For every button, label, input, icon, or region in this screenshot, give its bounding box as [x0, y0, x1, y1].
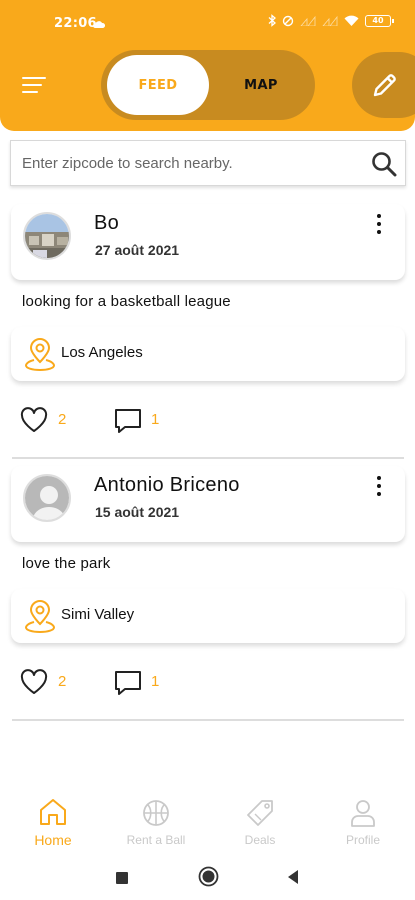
comment-count: 1: [151, 411, 160, 428]
search-icon[interactable]: [371, 151, 397, 181]
post-author[interactable]: Bo: [94, 212, 119, 235]
location-card[interactable]: Los Angeles: [11, 327, 405, 381]
location-pin-icon: [25, 600, 55, 633]
status-time: 22:06: [54, 16, 97, 31]
like-count: 2: [58, 411, 67, 428]
more-dot-3: [377, 492, 381, 496]
menu-line-3: [22, 91, 38, 94]
nav-profile-label: Profile: [345, 833, 380, 847]
square-icon: [116, 872, 128, 884]
nav-rent-a-ball-label: Rent a Ball: [126, 833, 186, 847]
signal-icon-2: [322, 15, 338, 26]
more-options-button[interactable]: [375, 476, 383, 498]
recent-apps-button[interactable]: [115, 870, 129, 889]
status-bar: 22:06 40: [0, 0, 415, 46]
post-divider: [12, 457, 404, 459]
location-label: Los Angeles: [61, 344, 143, 361]
avatar[interactable]: [23, 212, 71, 260]
home-icon: [40, 799, 66, 825]
nav-home[interactable]: Home: [8, 786, 98, 854]
more-dot-2: [377, 484, 381, 488]
bottom-navigation: Home Rent a Ball Deals Profile: [0, 786, 415, 854]
post-date: 15 août 2021: [95, 504, 180, 520]
status-icons: 40: [268, 14, 394, 27]
battery-icon: 40: [365, 14, 394, 27]
heart-icon: [20, 407, 48, 432]
menu-line-2: [22, 84, 42, 87]
nav-deals-label: Deals: [244, 833, 276, 847]
heart-icon: [20, 669, 48, 694]
like-count: 2: [58, 673, 67, 690]
location-pin-icon: [25, 338, 55, 371]
menu-button[interactable]: [22, 75, 48, 95]
hamburger-menu-icon: [22, 77, 46, 80]
post-date: 27 août 2021: [95, 242, 180, 258]
system-navigation-bar: [0, 854, 415, 900]
comment-icon: [115, 409, 141, 433]
comment-button[interactable]: [114, 670, 142, 700]
do-not-disturb-icon: [282, 15, 294, 26]
wifi-icon: [344, 15, 359, 26]
pencil-icon: [373, 74, 396, 97]
nav-deals[interactable]: Deals: [215, 786, 305, 854]
comment-icon: [115, 671, 141, 695]
cloud-icon: [93, 17, 106, 32]
post-divider: [12, 719, 404, 721]
more-vertical-icon: [377, 214, 381, 218]
more-dot-3: [377, 230, 381, 234]
feed-map-toggle: FEED MAP: [101, 50, 315, 120]
like-button[interactable]: [20, 407, 48, 437]
location-card[interactable]: Simi Valley: [11, 589, 405, 643]
basketball-icon: [143, 800, 169, 826]
tag-icon: [247, 800, 273, 826]
more-options-button[interactable]: [375, 214, 383, 236]
signal-icon: [300, 15, 316, 26]
location-label: Simi Valley: [61, 606, 135, 623]
back-triangle-icon: [288, 870, 298, 884]
search-bar: [10, 140, 406, 186]
nav-home-label: Home: [34, 832, 72, 848]
avatar[interactable]: [23, 474, 71, 522]
zipcode-search-input[interactable]: [11, 141, 361, 185]
nav-profile[interactable]: Profile: [318, 786, 408, 854]
post-text: looking for a basketball league: [22, 293, 231, 310]
tab-map[interactable]: MAP: [213, 55, 309, 115]
more-dot-2: [377, 222, 381, 226]
post-header: Bo 27 août 2021: [11, 204, 405, 280]
create-post-button[interactable]: [352, 52, 415, 118]
post-text: love the park: [22, 555, 111, 572]
back-button[interactable]: [286, 869, 300, 889]
post-actions: 2 1: [0, 403, 415, 437]
nav-rent-a-ball[interactable]: Rent a Ball: [111, 786, 201, 854]
bluetooth-icon: [268, 14, 276, 27]
tab-feed[interactable]: FEED: [107, 55, 209, 115]
comment-button[interactable]: [114, 408, 142, 438]
like-button[interactable]: [20, 669, 48, 699]
comment-count: 1: [151, 673, 160, 690]
post-author[interactable]: Antonio Briceno: [94, 474, 240, 497]
app-header: 22:06 40 FEED MAP: [0, 0, 415, 131]
more-vertical-icon: [377, 476, 381, 480]
user-icon: [351, 800, 375, 827]
post-header: Antonio Briceno 15 août 2021: [11, 466, 405, 542]
post-actions: 2 1: [0, 665, 415, 699]
circle-icon: [198, 866, 219, 887]
home-system-button[interactable]: [198, 866, 219, 891]
